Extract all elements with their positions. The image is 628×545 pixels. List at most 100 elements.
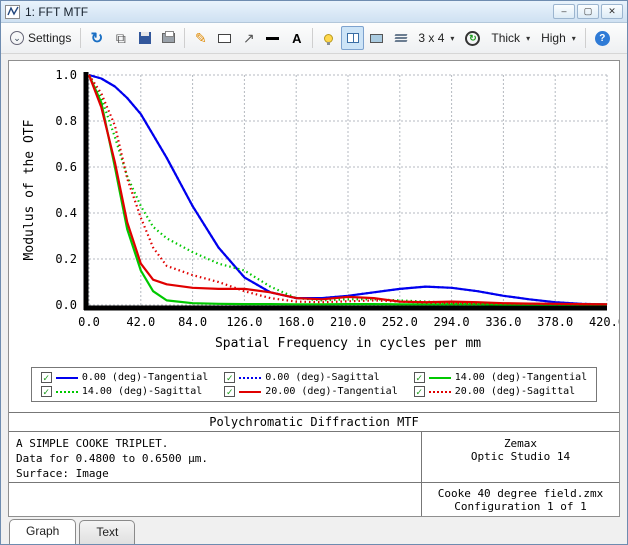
svg-text:42.0: 42.0 [126,315,155,329]
svg-text:84.0: 84.0 [178,315,207,329]
settings-button[interactable]: ⌄ Settings [5,26,76,50]
svg-text:0.0: 0.0 [55,298,77,312]
thick-line-icon [266,37,279,40]
save-icon [139,32,151,44]
info-table: A SIMPLE COOKE TRIPLET.Data for 0.4800 t… [9,432,619,517]
legend-checkbox[interactable]: ✓ [224,386,235,397]
legend-label: 0.00 (deg)-Tangential [82,372,208,383]
tab-graph[interactable]: Graph [9,519,76,544]
svg-text:0.2: 0.2 [55,252,77,266]
minimize-button[interactable]: – [553,4,575,19]
legend-checkbox[interactable]: ✓ [414,386,425,397]
svg-text:1.0: 1.0 [55,68,77,82]
refresh-icon: ↻ [91,29,104,47]
legend: ✓ 0.00 (deg)-Tangential ✓ 0.00 (deg)-Sagitt… [31,367,597,402]
screen-button[interactable] [365,26,388,50]
legend-item: ✓ 14.00 (deg)-Tangential [414,372,587,383]
toolbar: ⌄ Settings ↻ ⧉ ✎ ↗ A 3 x 4 ▾ ↻ Thick ▾ H… [1,23,627,54]
brand-product: Optic Studio 14 [422,450,619,463]
window-split-icon [347,33,359,43]
lens-notes: A SIMPLE COOKE TRIPLET.Data for 0.4800 t… [9,432,421,482]
record-refresh-icon: ↻ [465,31,480,46]
legend-label: 20.00 (deg)-Sagittal [455,386,575,397]
legend-line-sample [429,391,451,393]
tab-text[interactable]: Text [79,520,135,544]
settings-label: Settings [28,31,71,45]
help-button[interactable]: ? [590,26,615,50]
svg-text:0.0: 0.0 [78,315,100,329]
svg-text:294.0: 294.0 [434,315,470,329]
legend-line-sample [56,377,78,379]
rectangle-tool-button[interactable] [213,26,236,50]
svg-text:126.0: 126.0 [226,315,262,329]
help-icon: ? [595,31,610,46]
svg-text:252.0: 252.0 [382,315,418,329]
legend-item: ✓ 0.00 (deg)-Tangential [41,372,208,383]
svg-text:Modulus of the OTF: Modulus of the OTF [22,119,37,260]
quality-dropdown[interactable]: High ▾ [536,26,581,50]
svg-text:210.0: 210.0 [330,315,366,329]
maximize-button[interactable]: ▢ [577,4,599,19]
rectangle-icon [218,34,231,43]
thick-line-tool-button[interactable] [261,26,284,50]
toolbar-separator [585,28,586,48]
legend-label: 14.00 (deg)-Tangential [455,372,587,383]
lens-note-line: Data for 0.4800 to 0.6500 µm. [16,451,414,466]
arrow-tool-button[interactable]: ↗ [237,26,260,50]
layers-icon [395,34,407,42]
pencil-icon: ✎ [195,30,207,47]
print-button[interactable] [157,26,180,50]
thickness-dropdown[interactable]: Thick ▾ [486,26,535,50]
chart-title: Polychromatic Diffraction MTF [9,412,619,432]
toolbar-separator [312,28,313,48]
legend-label: 14.00 (deg)-Sagittal [82,386,202,397]
svg-text:0.6: 0.6 [55,160,77,174]
thickness-label: Thick [491,31,520,45]
refresh-button[interactable]: ↻ [85,26,108,50]
text-tool-button[interactable]: A [285,26,308,50]
printer-icon [162,33,175,43]
legend-checkbox[interactable]: ✓ [41,372,52,383]
layers-button[interactable] [389,26,412,50]
mtf-plot: 0.042.084.0126.0168.0210.0252.0294.0336.… [9,61,619,357]
legend-line-sample [56,391,78,393]
legend-checkbox[interactable]: ✓ [41,386,52,397]
configuration-label: Configuration 1 of 1 [422,500,619,513]
legend-checkbox[interactable]: ✓ [224,372,235,383]
monitor-icon [370,34,383,43]
copy-icon: ⧉ [116,30,126,47]
chevron-down-icon: ▾ [526,34,530,43]
svg-text:0.4: 0.4 [55,206,77,220]
svg-text:Spatial Frequency in cycles pe: Spatial Frequency in cycles per mm [215,336,481,351]
arrow-line-icon: ↗ [243,30,255,47]
legend-checkbox[interactable]: ✓ [414,372,425,383]
svg-text:168.0: 168.0 [278,315,314,329]
legend-item: ✓ 14.00 (deg)-Sagittal [41,386,208,397]
empty-cell [9,482,421,517]
legend-item: ✓ 20.00 (deg)-Sagittal [414,386,587,397]
legend-line-sample [239,377,261,379]
close-button[interactable]: ✕ [601,4,623,19]
chevron-down-icon: ▾ [450,34,454,43]
title-bar[interactable]: 1: FFT MTF – ▢ ✕ [1,1,627,23]
copy-button[interactable]: ⧉ [109,26,132,50]
aspect-ratio-button[interactable] [341,26,364,50]
svg-text:0.8: 0.8 [55,114,77,128]
graph-panel: 0.042.084.0126.0168.0210.0252.0294.0336.… [8,60,620,517]
legend-item: ✓ 0.00 (deg)-Sagittal [224,372,397,383]
lens-note-line: Surface: Image [16,466,414,481]
brand-cell: Zemax Optic Studio 14 [421,432,619,482]
lens-file-name: Cooke 40 degree field.zmx [422,487,619,500]
legend-line-sample [239,391,261,393]
window-icon [5,5,20,19]
legend-line-sample [429,377,451,379]
legend-label: 0.00 (deg)-Sagittal [265,372,379,383]
window-controls: – ▢ ✕ [553,4,623,19]
lamp-button[interactable] [317,26,340,50]
record-button[interactable]: ↻ [460,26,485,50]
toolbar-separator [184,28,185,48]
grid-size-dropdown[interactable]: 3 x 4 ▾ [413,26,459,50]
save-button[interactable] [133,26,156,50]
quality-label: High [541,31,566,45]
line-tool-button[interactable]: ✎ [189,26,212,50]
